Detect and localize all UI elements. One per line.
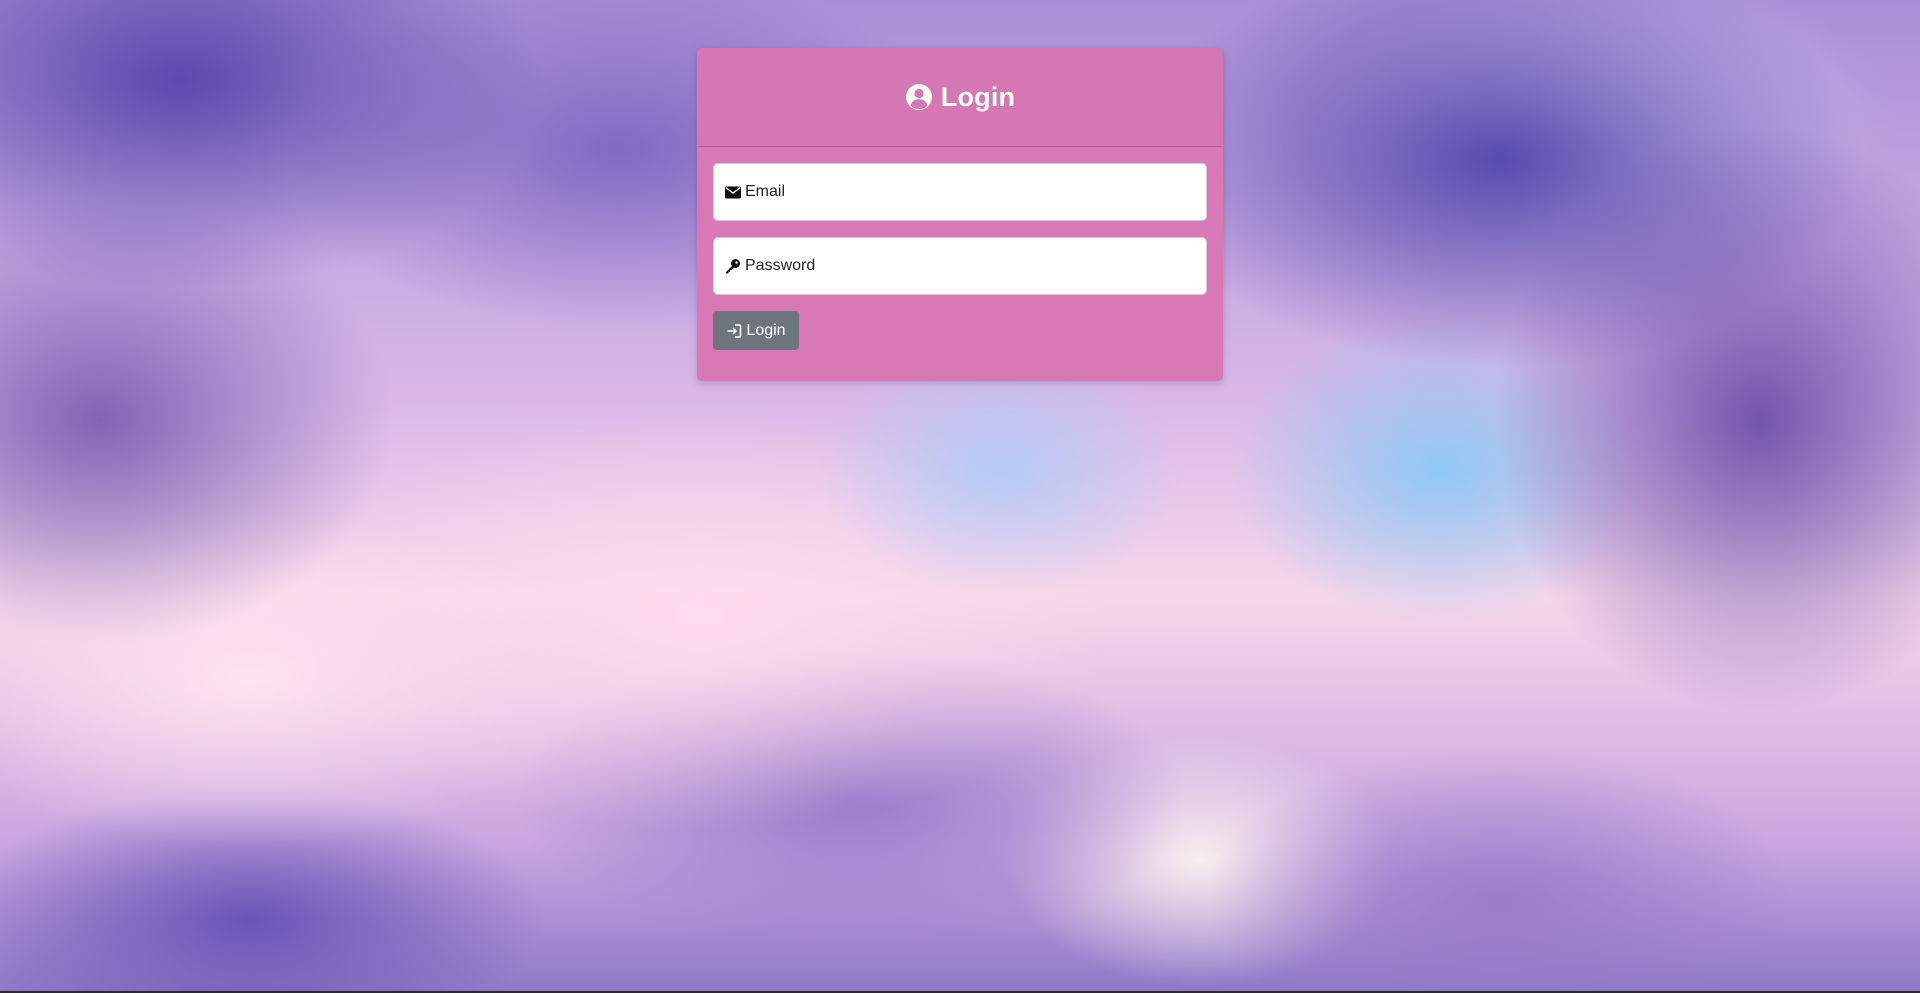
card-header-content: Login <box>905 82 1015 113</box>
email-placeholder: Email <box>745 183 786 200</box>
sign-in-icon <box>726 323 742 339</box>
password-placeholder: Password <box>745 257 816 274</box>
email-field[interactable]: Email <box>713 163 1207 221</box>
password-field[interactable]: Password <box>713 237 1207 295</box>
envelope-icon <box>725 186 741 199</box>
login-button-label: Login <box>746 321 786 339</box>
user-circle-icon <box>905 83 933 111</box>
login-card: Login Email Password Login <box>697 48 1223 381</box>
page-title: Login <box>940 81 1016 112</box>
login-form: Email Password Login <box>697 147 1223 350</box>
card-header: Login <box>697 48 1223 147</box>
key-icon <box>725 258 741 274</box>
login-button[interactable]: Login <box>713 311 799 350</box>
